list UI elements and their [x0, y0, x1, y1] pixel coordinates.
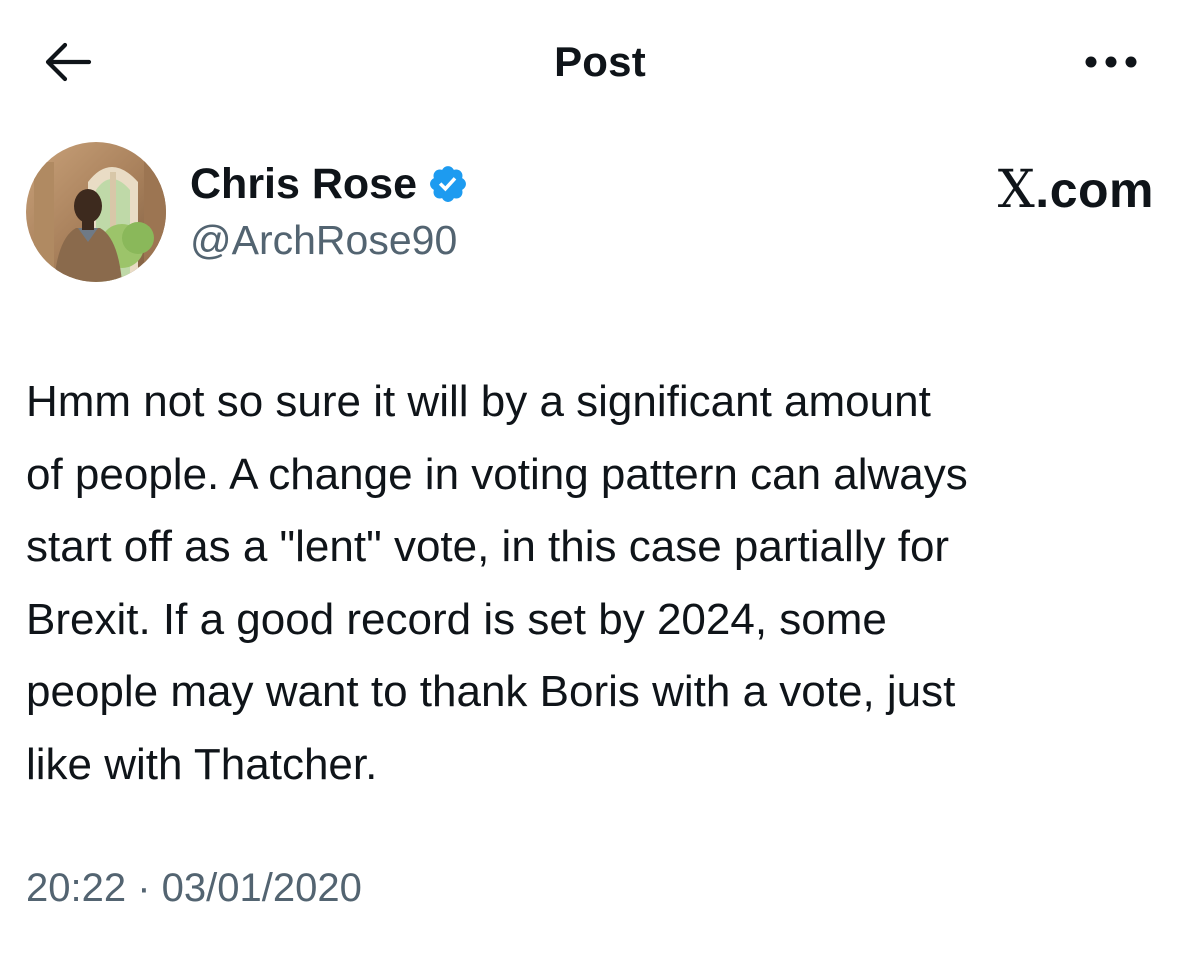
x-brand-logo: X.com — [998, 160, 1154, 220]
brand-domain: .com — [1035, 162, 1154, 218]
post-timestamp[interactable]: 20:22 · 03/01/2020 — [26, 866, 362, 911]
post-text: Hmm not so sure it will by a significant… — [26, 377, 968, 789]
more-options-button[interactable] — [1078, 40, 1144, 84]
author-display-name[interactable]: Chris Rose — [190, 160, 417, 209]
verified-badge-icon — [430, 166, 466, 202]
author-handle[interactable]: @ArchRose90 — [190, 217, 457, 264]
avatar[interactable] — [26, 142, 166, 282]
more-horizontal-icon — [1085, 56, 1137, 68]
x-logo-mark: X — [997, 160, 1036, 220]
page-title: Post — [554, 38, 646, 85]
author-name-row[interactable]: Chris Rose — [190, 158, 469, 210]
top-bar: Post — [0, 0, 1200, 125]
